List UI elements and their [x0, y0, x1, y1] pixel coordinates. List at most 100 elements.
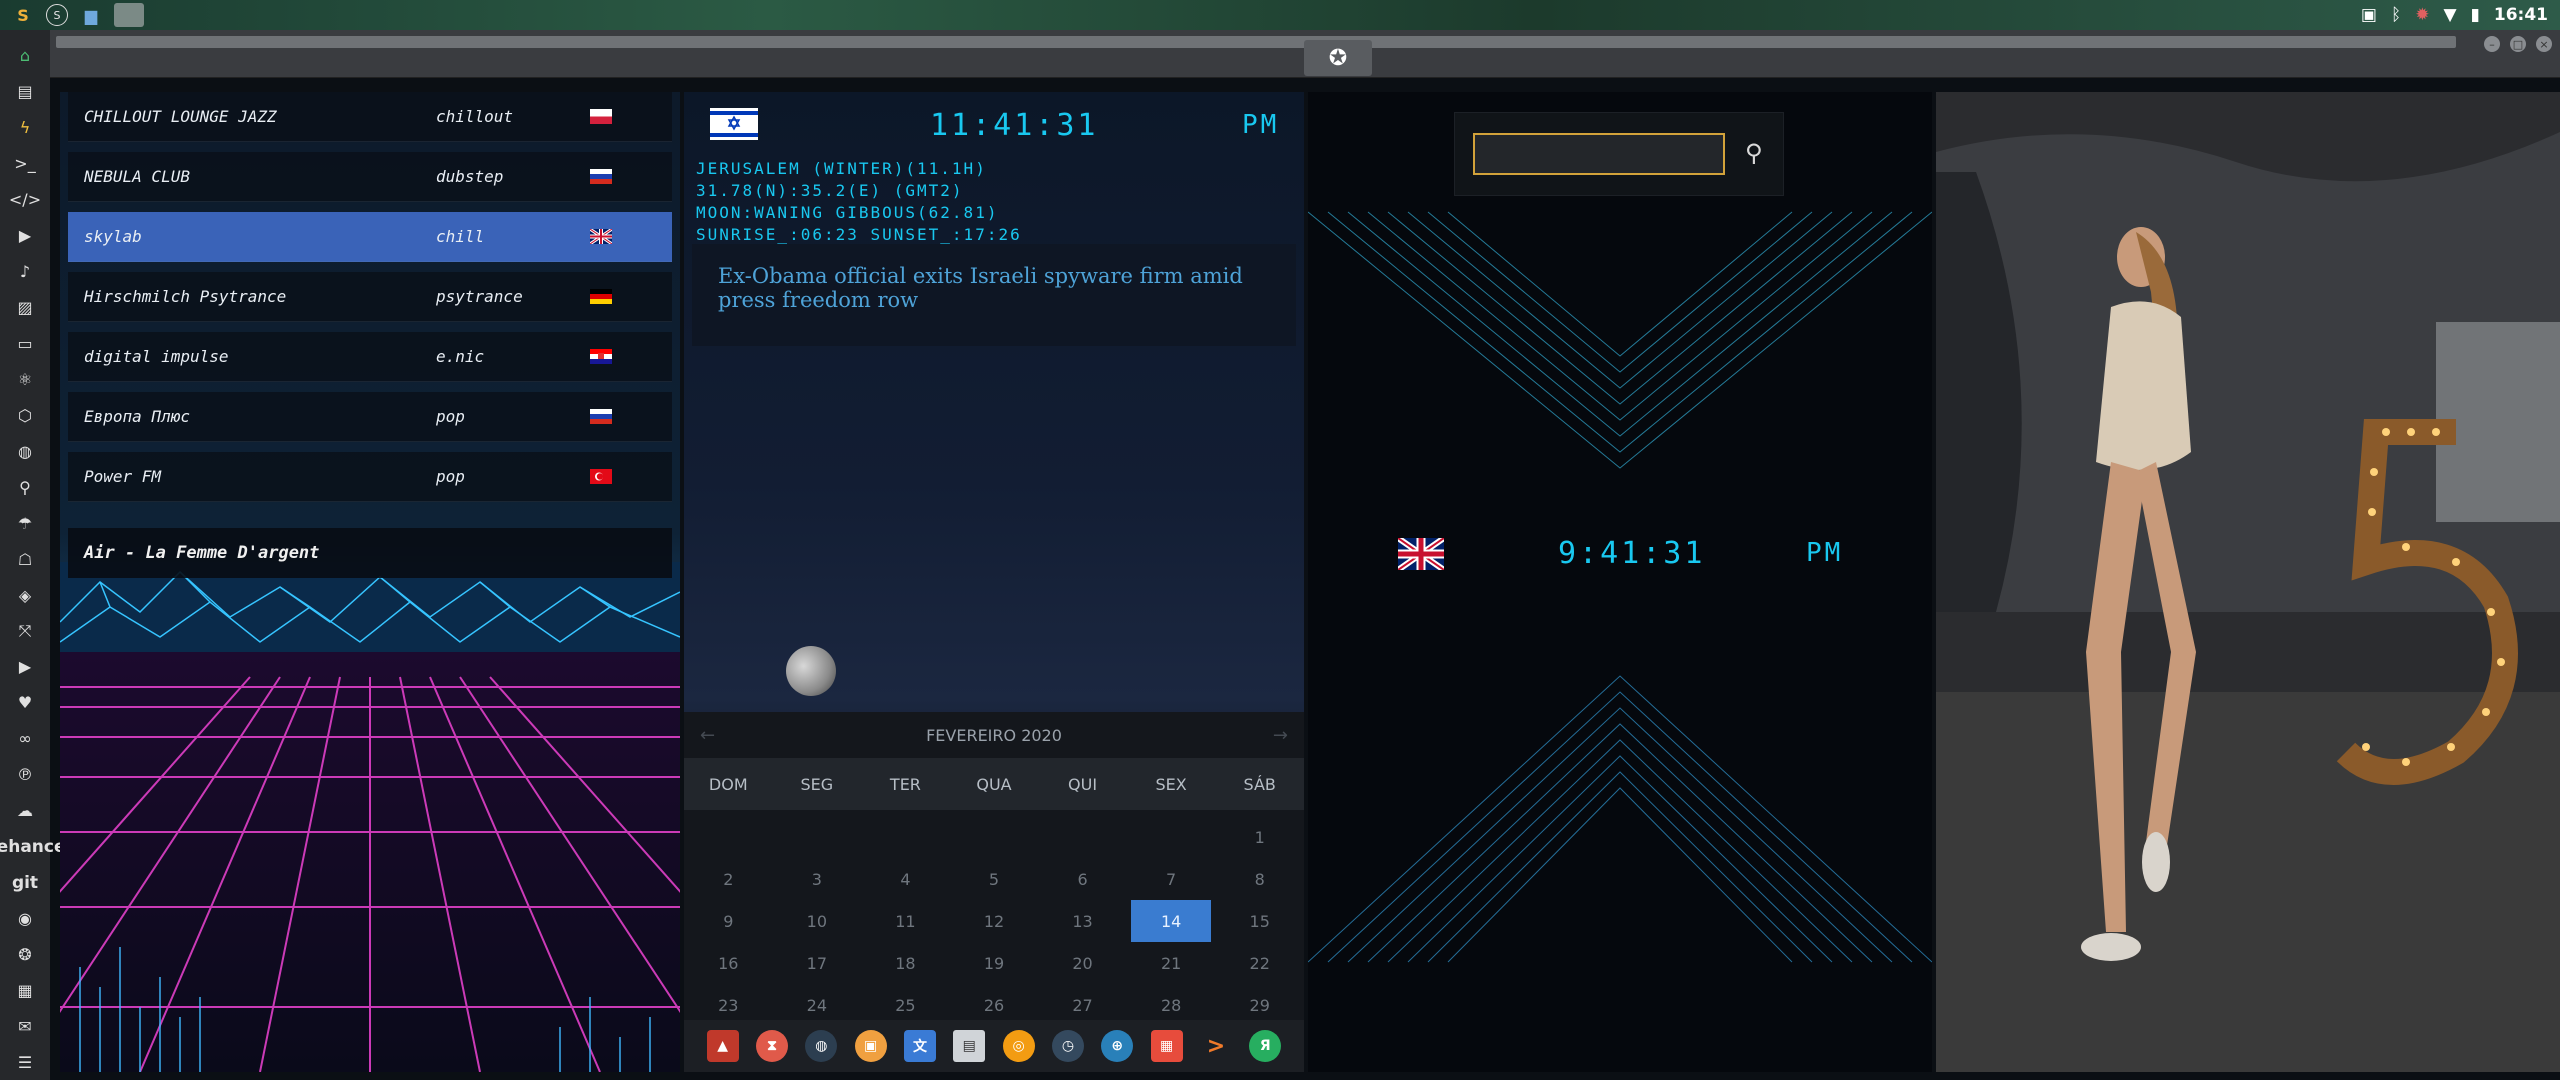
search-icon[interactable]: ⚲	[1745, 139, 1775, 169]
image-icon[interactable]: ▨	[0, 290, 50, 326]
station-row[interactable]: digital impulse e.nic	[68, 332, 672, 382]
search-icon[interactable]: ⚲	[0, 469, 50, 505]
maximize-button[interactable]: □	[2510, 36, 2526, 52]
warning-icon[interactable]: ▲	[706, 1030, 739, 1062]
rebel-emblem-icon[interactable]: ✪	[1304, 40, 1372, 76]
bolt-icon[interactable]: ϟ	[0, 110, 50, 146]
calendar-day[interactable]: 19	[950, 942, 1039, 984]
station-genre: e.nic	[436, 347, 485, 366]
photos-icon[interactable]: ▣	[854, 1030, 887, 1062]
calendar-blank	[1127, 816, 1216, 858]
close-button[interactable]: ×	[2536, 36, 2552, 52]
cloud-icon[interactable]: ☁	[0, 793, 50, 829]
bolt-icon[interactable]: S	[10, 3, 36, 27]
list-icon[interactable]: ☰	[0, 1044, 50, 1080]
system-clock[interactable]: 16:41	[2494, 5, 2548, 25]
globe-icon[interactable]: ⊕	[1101, 1030, 1134, 1062]
calendar-day[interactable]: 16	[684, 942, 773, 984]
hourglass-icon[interactable]: ⧗	[755, 1030, 788, 1062]
github-icon[interactable]: ◉	[0, 901, 50, 937]
calendar-day[interactable]: 21	[1127, 942, 1216, 984]
music-icon[interactable]: ♪	[0, 254, 50, 290]
uk-flag-icon	[590, 229, 612, 244]
calendar-day[interactable]: 13	[1038, 900, 1127, 942]
fashion-photo-image	[1936, 92, 2560, 1072]
clock-icon[interactable]: ◷	[1051, 1030, 1084, 1062]
station-row[interactable]: Hirschmilch Psytrance psytrance	[68, 272, 672, 322]
calendar-day[interactable]: 20	[1038, 942, 1127, 984]
window-titlebar[interactable]: ✪ – □ ×	[50, 30, 2560, 78]
planet-icon[interactable]: ◍	[805, 1030, 838, 1062]
umbrella-icon[interactable]: ☂	[0, 505, 50, 541]
news-headline[interactable]: Ex-Obama official exits Israeli spyware …	[692, 244, 1296, 346]
calendar-day[interactable]: 6	[1038, 858, 1127, 900]
id-card-icon[interactable]: ▭	[0, 326, 50, 362]
news-icon[interactable]: ▤	[953, 1030, 986, 1062]
code-icon[interactable]: </>	[0, 182, 50, 218]
clock-moon: MOON:WANING GIBBOUS(62.81)	[696, 203, 999, 222]
calendar-day[interactable]: 11	[861, 900, 950, 942]
hex-icon[interactable]: ⬡	[0, 397, 50, 433]
folder-icon[interactable]: ▆	[78, 3, 104, 27]
calendar-day[interactable]: 1	[1215, 816, 1304, 858]
wifi-icon[interactable]: ▼	[2443, 5, 2456, 25]
infinity-icon[interactable]: ∞	[0, 721, 50, 757]
browser-icon[interactable]: ◎	[1002, 1030, 1035, 1062]
file-icon[interactable]: ▤	[0, 74, 50, 110]
battery-icon[interactable]: ▮	[2471, 5, 2480, 25]
calendar-day[interactable]: 8	[1215, 858, 1304, 900]
calendar-day[interactable]: 9	[684, 900, 773, 942]
calendar-prev-button[interactable]: ←	[700, 725, 715, 746]
mail-icon[interactable]: ✉	[0, 1008, 50, 1044]
turkey-flag-icon	[590, 469, 612, 484]
bluetooth-icon[interactable]: ᛒ	[2391, 5, 2401, 25]
calendar-day[interactable]: 4	[861, 858, 950, 900]
play-icon[interactable]: ▶	[0, 218, 50, 254]
git-icon[interactable]: git	[0, 865, 50, 901]
calendar-day[interactable]: 17	[773, 942, 862, 984]
heart-icon[interactable]: ♥	[0, 685, 50, 721]
system-icon[interactable]: S	[46, 4, 68, 26]
youtube-icon[interactable]: ▶	[0, 649, 50, 685]
calendar-day[interactable]: 3	[773, 858, 862, 900]
germany-flag-icon	[590, 289, 612, 304]
left-dock: ⌂ ▤ ϟ >_ </> ▶ ♪ ▨ ▭ ⚛ ⬡ ◍ ⚲ ☂ ☖ ◈ ⤧ ▶ ♥…	[0, 30, 66, 1080]
translate-icon[interactable]: 文	[903, 1030, 936, 1062]
calendar-day[interactable]: 22	[1215, 942, 1304, 984]
expand-icon[interactable]: ⤧	[0, 613, 50, 649]
contact-icon[interactable]: ☖	[0, 541, 50, 577]
station-row[interactable]: NEBULA CLUB dubstep	[68, 152, 672, 202]
bug-icon[interactable]: ✹	[2415, 5, 2429, 25]
calendar-day[interactable]: 5	[950, 858, 1039, 900]
calendar-day[interactable]: 18	[861, 942, 950, 984]
station-row[interactable]: CHILLOUT LOUNGE JAZZ chillout	[68, 92, 672, 142]
yandex-icon[interactable]: Я	[1249, 1030, 1282, 1062]
calendar-day[interactable]: 10	[773, 900, 862, 942]
station-row-selected[interactable]: skylab chill	[68, 212, 672, 262]
calendar-icon[interactable]: ▦	[1150, 1030, 1183, 1062]
terminal-icon[interactable]: >_	[0, 146, 50, 182]
globe-icon[interactable]: ◍	[0, 433, 50, 469]
station-row[interactable]: Европа Плюс pop	[68, 392, 672, 442]
pinterest-icon[interactable]: ℗	[0, 757, 50, 793]
search-input[interactable]	[1473, 133, 1725, 175]
window-icon[interactable]	[114, 3, 144, 27]
arrow-icon[interactable]: >	[1200, 1030, 1232, 1062]
calendar-next-button[interactable]: →	[1273, 725, 1288, 746]
station-row[interactable]: Power FM pop	[68, 452, 672, 502]
map-icon[interactable]: ▦	[0, 972, 50, 1008]
calendar-day[interactable]: 12	[950, 900, 1039, 942]
weekday-label: SEX	[1155, 774, 1187, 794]
calendar-day[interactable]: 7	[1127, 858, 1216, 900]
behance-icon[interactable]: behance	[0, 829, 66, 865]
calendar-day[interactable]: 15	[1215, 900, 1304, 942]
tag-icon[interactable]: ◈	[0, 577, 50, 613]
react-icon[interactable]: ⚛	[0, 361, 50, 397]
minimize-button[interactable]: –	[2484, 36, 2500, 52]
ubuntu-icon[interactable]: ❂	[0, 936, 50, 972]
station-name: Power FM	[84, 467, 162, 486]
image-icon[interactable]: ▣	[2361, 5, 2377, 25]
calendar-day[interactable]: 2	[684, 858, 773, 900]
calendar-day-today[interactable]: 14	[1130, 900, 1212, 942]
home-icon[interactable]: ⌂	[0, 38, 50, 74]
